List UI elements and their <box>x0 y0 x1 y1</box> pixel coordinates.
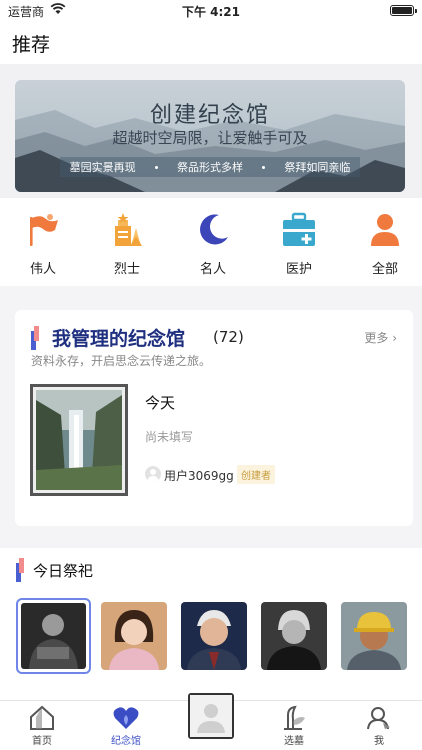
category-row: 伟人 烈士 名人 医护 全部 <box>0 198 422 286</box>
avatar-icon <box>190 695 232 737</box>
tab-label: 选墓 <box>284 736 304 747</box>
portrait-photo <box>341 602 407 670</box>
memorial-thumbnail[interactable] <box>261 602 327 670</box>
today-worship-section: 今日祭祀 <box>0 548 422 700</box>
create-memorial-banner[interactable]: 创建纪念馆 超越时空局限，让爱触手可及 墓园实景再现 祭品形式多样 祭拜如同亲临 <box>15 80 405 192</box>
heart-icon <box>112 705 140 731</box>
person-icon <box>367 212 403 248</box>
portrait-photo <box>101 602 167 670</box>
plant-icon <box>280 705 308 731</box>
clock: 下午 4:21 <box>181 5 241 19</box>
tab-me[interactable]: 我 <box>349 705 409 747</box>
category-celebrities[interactable]: 名人 <box>178 212 248 277</box>
tab-memorial[interactable]: 纪念馆 <box>96 705 156 747</box>
tab-home[interactable]: 首页 <box>12 705 72 747</box>
creator-username: 用户3069gg <box>164 469 234 483</box>
banner-tags: 墓园实景再现 祭品形式多样 祭拜如同亲临 <box>60 157 360 177</box>
medical-kit-icon <box>281 212 317 248</box>
memorial-name[interactable]: 今天 <box>145 392 175 413</box>
category-label: 名人 <box>199 262 226 277</box>
memorial-thumbnail[interactable] <box>101 602 167 670</box>
banner-subtitle: 超越时空局限，让爱触手可及 <box>112 129 308 147</box>
martyr-icon <box>109 212 145 248</box>
category-label: 伟人 <box>29 262 56 277</box>
banner-tag: 祭拜如同亲临 <box>284 161 351 174</box>
user-avatar <box>145 466 161 482</box>
center-avatar-button[interactable] <box>188 693 234 739</box>
moon-star-icon <box>195 212 231 248</box>
nav-header: 推荐 <box>0 22 422 64</box>
banner-section: 创建纪念馆 超越时空局限，让爱触手可及 墓园实景再现 祭品形式多样 祭拜如同亲临 <box>0 64 422 198</box>
memorial-description: 尚未填写 <box>145 430 194 444</box>
tab-label: 纪念馆 <box>111 736 141 747</box>
more-link[interactable]: 更多 › <box>364 329 397 346</box>
flag-icon <box>25 212 61 248</box>
category-label: 烈士 <box>113 262 140 277</box>
today-heading: 今日祭祀 <box>33 562 94 580</box>
page-title: 推荐 <box>12 34 51 56</box>
section-marker-icon <box>16 558 24 582</box>
memorial-thumbnail[interactable] <box>341 602 407 670</box>
section-marker-icon <box>31 326 39 350</box>
tab-bar: 首页 纪念馆 选墓 我 <box>0 693 422 750</box>
user-icon <box>365 705 393 731</box>
memorial-photo <box>36 390 122 490</box>
memorial-thumbnail[interactable] <box>181 602 247 670</box>
portrait-photo <box>181 602 247 670</box>
tab-select-tomb[interactable]: 选墓 <box>264 705 324 747</box>
category-all[interactable]: 全部 <box>350 212 420 277</box>
battery-icon <box>390 5 417 16</box>
managed-count: (72) <box>213 328 244 346</box>
category-label: 全部 <box>371 262 398 277</box>
memorial-thumbnail-selected[interactable] <box>16 598 91 674</box>
dot-separator <box>154 165 158 169</box>
banner-title: 创建纪念馆 <box>149 103 270 128</box>
memorial-photo-frame[interactable] <box>30 384 128 496</box>
tab-label: 我 <box>374 736 384 747</box>
banner-tag: 墓园实景再现 <box>69 161 136 174</box>
portrait-photo <box>21 603 86 669</box>
dot-separator <box>262 165 266 169</box>
tab-label: 首页 <box>32 736 52 747</box>
today-thumbnails <box>16 598 422 674</box>
portrait-photo <box>261 602 327 670</box>
home-icon <box>28 705 56 731</box>
category-medical[interactable]: 医护 <box>264 212 334 277</box>
category-great-people[interactable]: 伟人 <box>8 212 78 277</box>
managed-memorials-card: 我管理的纪念馆 (72) 更多 › 资料永存，开启思念云传递之旅。 今天 尚未填… <box>15 310 413 526</box>
category-martyrs[interactable]: 烈士 <box>92 212 162 277</box>
creator-badge: 创建者 <box>237 465 275 484</box>
category-label: 医护 <box>285 262 312 277</box>
managed-heading: 我管理的纪念馆 <box>52 328 186 350</box>
banner-tag: 祭品形式多样 <box>176 161 243 174</box>
status-bar: 运营商 下午 4:21 <box>0 0 422 22</box>
managed-subtitle: 资料永存，开启思念云传递之旅。 <box>31 354 212 368</box>
